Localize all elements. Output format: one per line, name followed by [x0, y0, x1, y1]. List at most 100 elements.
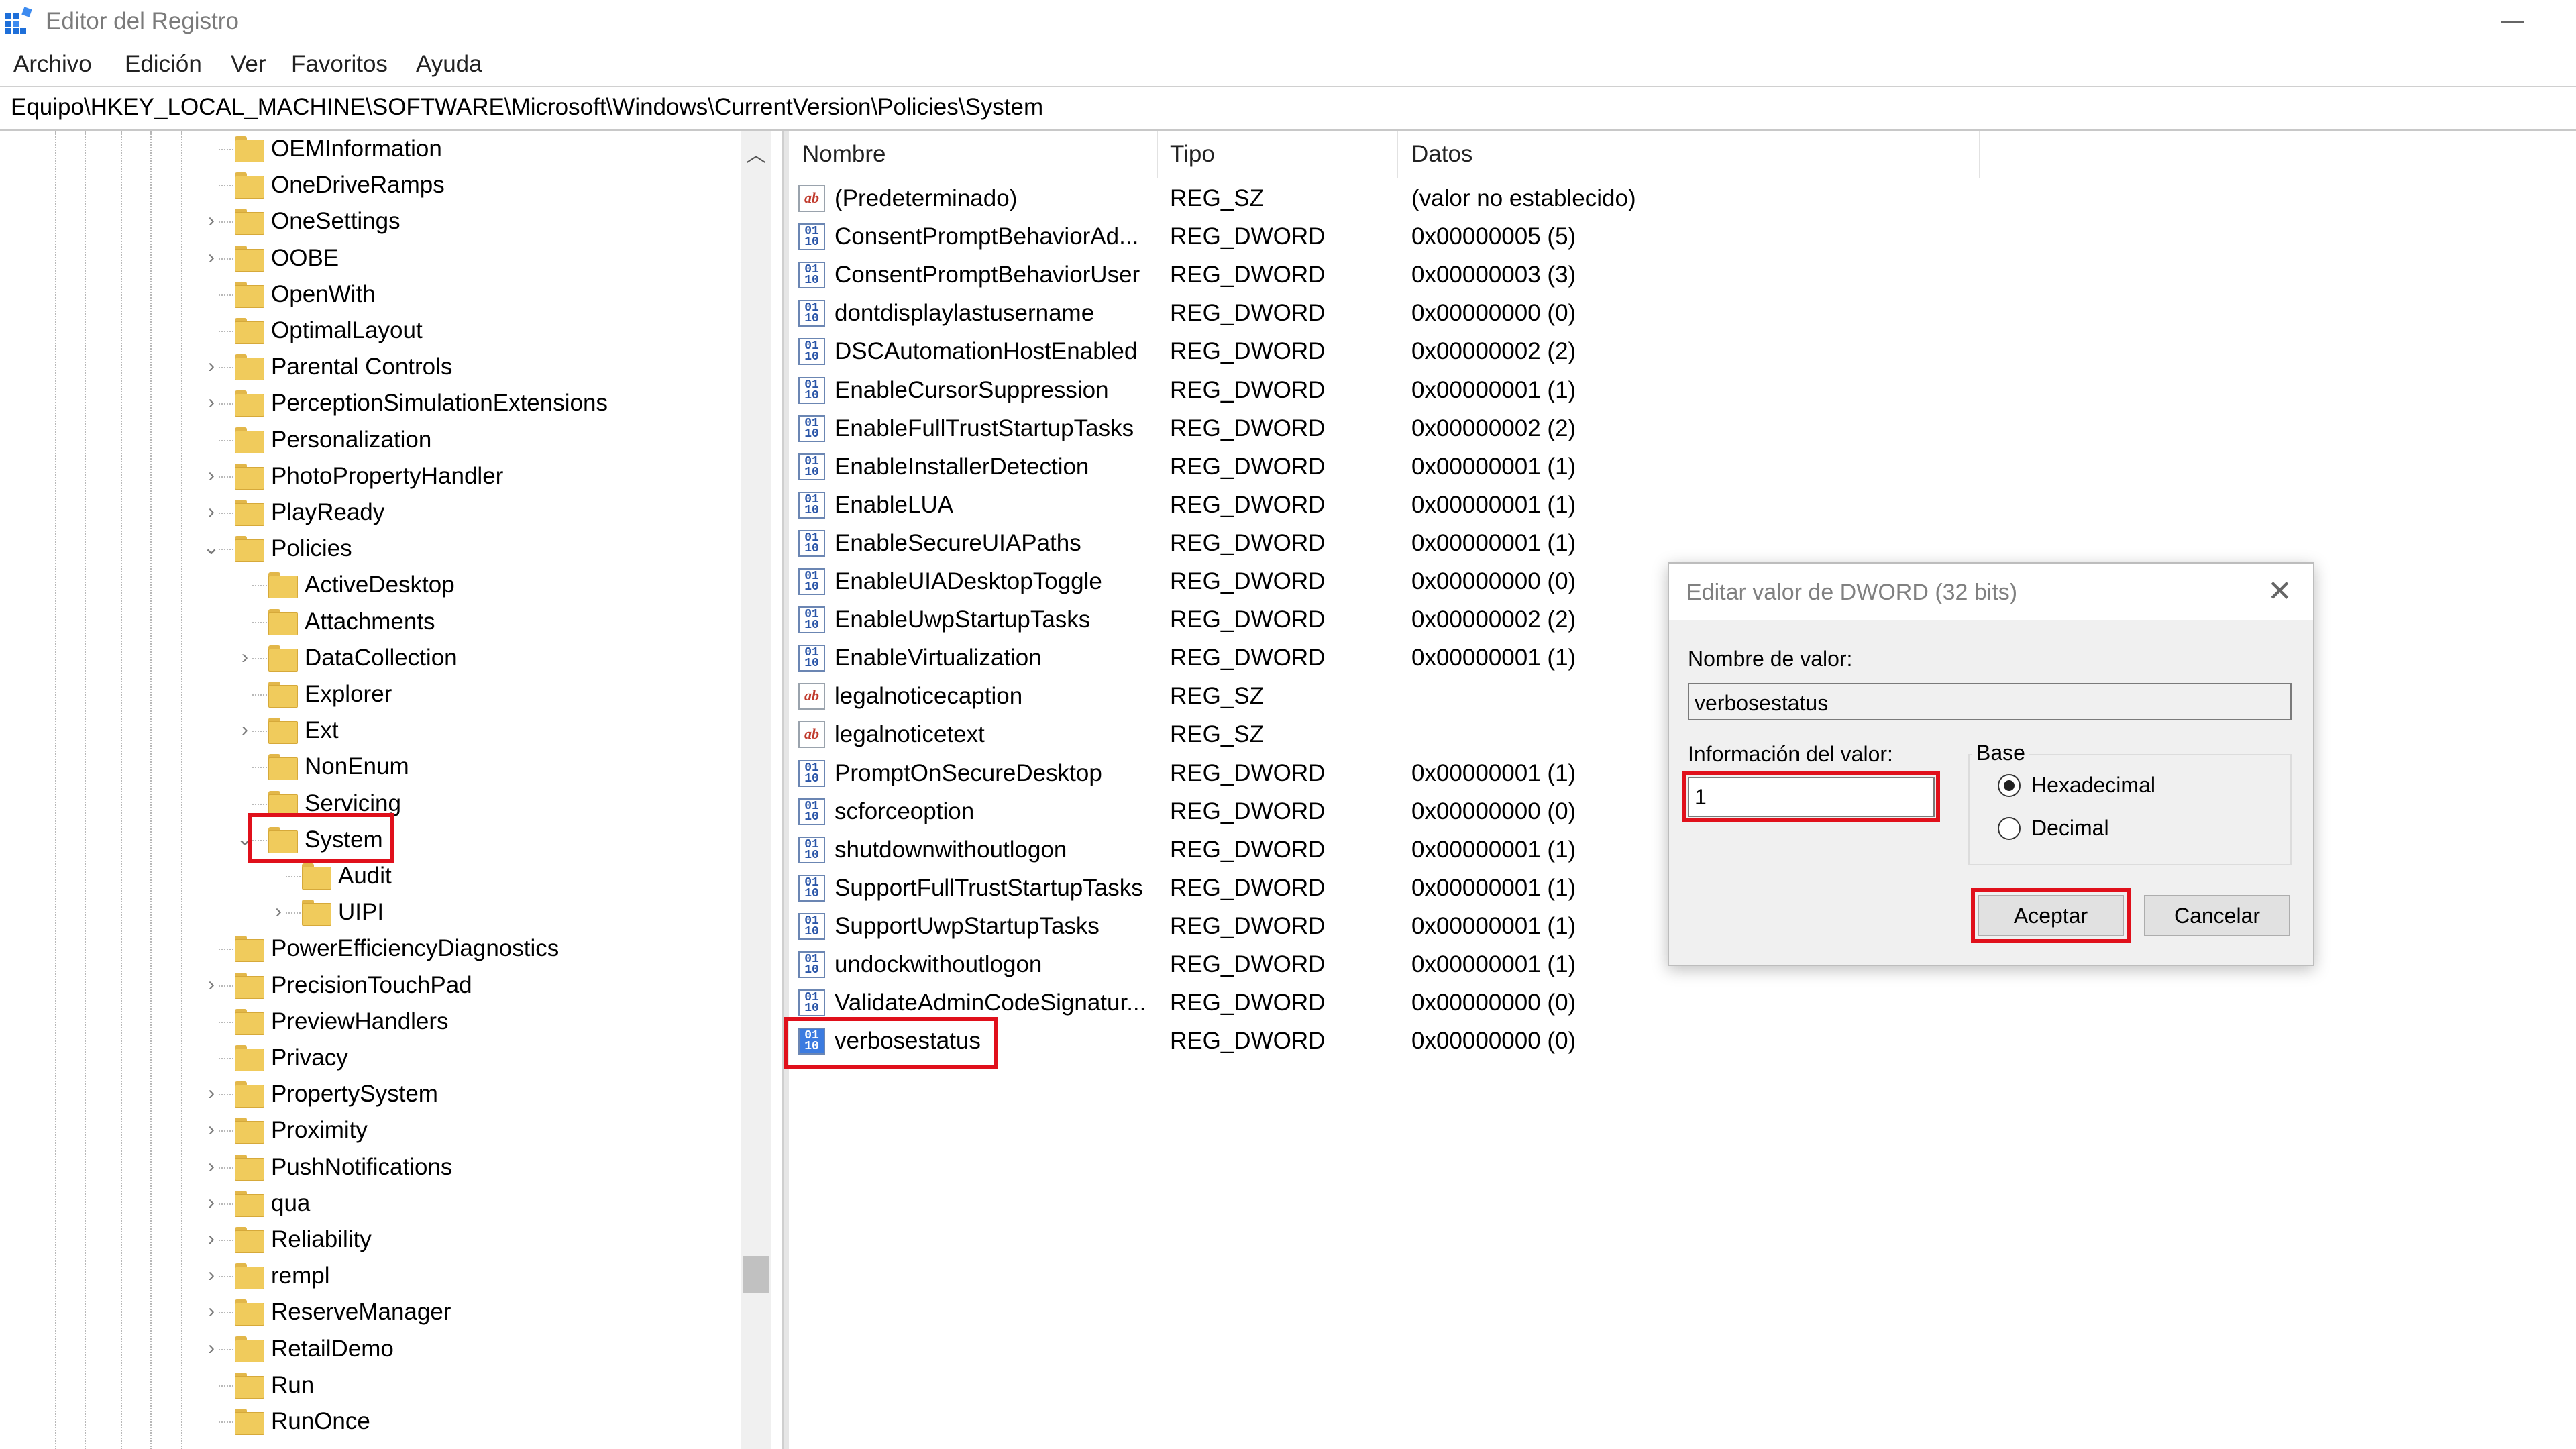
value-row[interactable]: 01 10 ConsentPromptBehaviorAd... REG_DWORD 0…: [789, 218, 2576, 256]
tree-node[interactable]: PowerEfficiencyDiagnostics: [0, 931, 738, 967]
value-row[interactable]: 01 10 verbosestatus REG_DWORD 0x00000000 (0): [789, 1022, 2576, 1061]
tree-node-label[interactable]: OEMInformation: [271, 136, 442, 162]
value-name[interactable]: EnableFullTrustStartupTasks: [835, 415, 1134, 442]
value-row[interactable]: 01 10 EnableInstallerDetection REG_DWORD 0x0…: [789, 448, 2576, 486]
tree-node-label[interactable]: Proximity: [271, 1117, 368, 1144]
value-name[interactable]: PromptOnSecureDesktop: [835, 760, 1102, 787]
chevron-right-icon[interactable]: ›: [201, 1338, 221, 1358]
column-header-type[interactable]: Tipo: [1170, 141, 1215, 168]
radio-decimal[interactable]: [1998, 817, 2021, 840]
value-name[interactable]: ConsentPromptBehaviorAd...: [835, 223, 1138, 250]
tree-node-label[interactable]: OOBE: [271, 245, 339, 272]
address-bar[interactable]: Equipo\HKEY_LOCAL_MACHINE\SOFTWARE\Micro…: [0, 86, 2576, 131]
tree-node[interactable]: › PlayReady: [0, 495, 738, 531]
tree-node[interactable]: › Parental Controls: [0, 350, 738, 386]
tree-node[interactable]: › PrecisionTouchPad: [0, 968, 738, 1004]
tree-node[interactable]: ActiveDesktop: [0, 568, 738, 604]
tree-node-label[interactable]: ActiveDesktop: [305, 572, 455, 598]
tree-node-label[interactable]: Attachments: [305, 608, 435, 635]
tree-node-label[interactable]: Reliability: [271, 1226, 372, 1253]
tree-node-label[interactable]: NonEnum: [305, 753, 409, 780]
tree-node-label[interactable]: DataCollection: [305, 645, 458, 672]
chevron-right-icon[interactable]: ›: [201, 1229, 221, 1249]
tree-scrollbar[interactable]: ︿: [741, 131, 771, 1449]
value-row[interactable]: 01 10 ValidateAdminCodeSignatur... REG_DWOR…: [789, 984, 2576, 1022]
value-name[interactable]: EnableUwpStartupTasks: [835, 606, 1090, 633]
tree-node-label[interactable]: PhotoPropertyHandler: [271, 463, 503, 490]
chevron-right-icon[interactable]: ›: [201, 247, 221, 268]
chevron-right-icon[interactable]: ›: [201, 1301, 221, 1322]
tree-node[interactable]: Explorer: [0, 677, 738, 713]
tree-node[interactable]: › Proximity: [0, 1113, 738, 1149]
value-name[interactable]: EnableSecureUIAPaths: [835, 530, 1081, 557]
value-name[interactable]: ConsentPromptBehaviorUser: [835, 262, 1140, 288]
tree-node-label[interactable]: Explorer: [305, 681, 392, 708]
value-name[interactable]: legalnoticetext: [835, 721, 985, 748]
chevron-right-icon[interactable]: ›: [201, 1083, 221, 1104]
tree-node[interactable]: › PropertySystem: [0, 1077, 738, 1113]
tree-node-label[interactable]: OpenWith: [271, 281, 376, 308]
tree-node[interactable]: › PushNotifications: [0, 1150, 738, 1186]
chevron-right-icon[interactable]: ›: [201, 1156, 221, 1177]
chevron-right-icon[interactable]: ›: [201, 502, 221, 522]
value-name[interactable]: dontdisplaylastusername: [835, 300, 1094, 327]
close-icon[interactable]: ✕: [2267, 574, 2292, 608]
value-name[interactable]: undockwithoutlogon: [835, 951, 1042, 978]
chevron-right-icon[interactable]: ›: [201, 356, 221, 376]
tree-node[interactable]: › Reliability: [0, 1222, 738, 1258]
tree-node-label[interactable]: PreviewHandlers: [271, 1008, 449, 1035]
chevron-right-icon[interactable]: ›: [201, 465, 221, 486]
tree-node[interactable]: › qua: [0, 1186, 738, 1222]
tree-node-label[interactable]: PlayReady: [271, 499, 384, 526]
value-name[interactable]: shutdownwithoutlogon: [835, 837, 1067, 863]
chevron-right-icon[interactable]: ›: [235, 647, 255, 667]
chevron-right-icon[interactable]: ›: [201, 1192, 221, 1213]
tree-node-label[interactable]: UIPI: [338, 899, 384, 926]
value-name[interactable]: legalnoticecaption: [835, 683, 1022, 710]
menu-favoritos[interactable]: Favoritos: [291, 51, 388, 78]
value-name[interactable]: EnableInstallerDetection: [835, 453, 1089, 480]
value-row[interactable]: 01 10 ConsentPromptBehaviorUser REG_DWORD 0x…: [789, 256, 2576, 294]
tree-node[interactable]: › rempl: [0, 1258, 738, 1295]
tree-node[interactable]: › Ext: [0, 713, 738, 749]
address-path[interactable]: Equipo\HKEY_LOCAL_MACHINE\SOFTWARE\Micro…: [11, 94, 1043, 121]
chevron-right-icon[interactable]: ›: [201, 392, 221, 413]
chevron-right-icon[interactable]: ›: [235, 720, 255, 740]
tree-node[interactable]: RunOnce: [0, 1404, 738, 1440]
tree-node[interactable]: Run: [0, 1368, 738, 1404]
tree-node[interactable]: › OneSettings: [0, 204, 738, 240]
minimize-button[interactable]: [2501, 21, 2524, 23]
value-name[interactable]: DSCAutomationHostEnabled: [835, 338, 1137, 365]
value-row[interactable]: 01 10 EnableLUA REG_DWORD 0x00000001 (1): [789, 486, 2576, 525]
column-header-data[interactable]: Datos: [1411, 141, 1472, 168]
value-name-field[interactable]: verbosestatus: [1688, 683, 2292, 720]
value-row[interactable]: 01 10 DSCAutomationHostEnabled REG_DWORD 0x0…: [789, 333, 2576, 371]
tree-node-label[interactable]: RetailDemo: [271, 1336, 394, 1362]
tree-node[interactable]: OEMInformation: [0, 131, 738, 168]
value-row[interactable]: 01 10 dontdisplaylastusername REG_DWORD 0x00…: [789, 294, 2576, 333]
tree-node[interactable]: › PerceptionSimulationExtensions: [0, 386, 738, 422]
tree-node[interactable]: ⌄ Policies: [0, 531, 738, 568]
chevron-right-icon[interactable]: ›: [201, 1265, 221, 1285]
tree-node-label[interactable]: PerceptionSimulationExtensions: [271, 390, 608, 417]
tree-node-label[interactable]: Audit: [338, 863, 392, 890]
value-name[interactable]: ValidateAdminCodeSignatur...: [835, 989, 1146, 1016]
tree-node-label[interactable]: qua: [271, 1190, 310, 1217]
value-name[interactable]: SupportUwpStartupTasks: [835, 913, 1099, 940]
tree-node[interactable]: › UIPI: [0, 895, 738, 931]
tree-node[interactable]: Attachments: [0, 604, 738, 641]
tree-node[interactable]: OpenWith: [0, 277, 738, 313]
value-name[interactable]: (Predeterminado): [835, 185, 1017, 212]
tree-node-label[interactable]: OptimalLayout: [271, 317, 423, 344]
column-header-name[interactable]: Nombre: [802, 141, 885, 168]
tree-node-label[interactable]: PushNotifications: [271, 1154, 452, 1181]
tree-node-label[interactable]: OneSettings: [271, 208, 400, 235]
chevron-right-icon[interactable]: ›: [201, 211, 221, 231]
scrollbar-thumb[interactable]: [743, 1256, 769, 1293]
tree-node-label[interactable]: Policies: [271, 535, 352, 562]
scroll-up-icon[interactable]: ︿: [746, 138, 766, 168]
tree-node[interactable]: Personalization: [0, 423, 738, 459]
tree-node-label[interactable]: ReserveManager: [271, 1299, 451, 1326]
tree-node[interactable]: › RetailDemo: [0, 1332, 738, 1368]
menu-edicion[interactable]: Edición: [125, 51, 202, 78]
